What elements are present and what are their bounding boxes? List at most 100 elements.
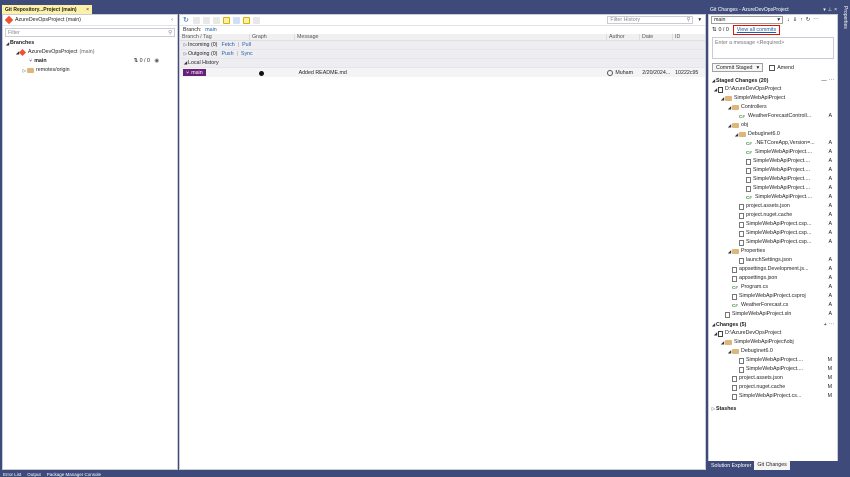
more-options-icon[interactable]: ⋯	[829, 322, 834, 328]
branch-selector[interactable]: main ▾	[711, 16, 783, 24]
tag-icon[interactable]	[243, 16, 250, 24]
pull-icon[interactable]: ⇓	[793, 17, 797, 23]
tree-item[interactable]: SimpleWebApiProject.... A	[709, 157, 837, 166]
tree-item[interactable]: C# SimpleWebApiProject.... A	[709, 193, 837, 202]
unstage-all-icon[interactable]: —	[821, 78, 826, 84]
dropdown-arrow-icon[interactable]: ▾	[698, 17, 701, 23]
bottom-tool-tabs: Error List Output Package Manager Consol…	[0, 472, 850, 477]
commit-row[interactable]: ⑂ main Added README.md Muham 2/20/2024..…	[180, 68, 705, 77]
refresh-icon[interactable]: ↻	[183, 17, 190, 24]
tree-item[interactable]: SimpleWebApiProject.... M	[709, 365, 837, 374]
pin-icon[interactable]: ⊥	[828, 7, 832, 13]
tree-item[interactable]: ◢ SimpleWebApiProject\obj	[709, 338, 837, 347]
column-message[interactable]: Message	[294, 33, 606, 41]
tree-item[interactable]: ◢ Controllers	[709, 103, 837, 112]
tree-item[interactable]: appsettings.json A	[709, 274, 837, 283]
tree-item[interactable]: project.nuget.cache M	[709, 383, 837, 392]
tab-git-changes[interactable]: Git Changes	[754, 461, 790, 470]
sync-link[interactable]: Sync	[241, 51, 253, 57]
tree-item[interactable]: ◢ obj	[709, 121, 837, 130]
column-date[interactable]: Date	[639, 33, 672, 41]
project-node[interactable]: ◢ AzureDevOpsProject (main)	[5, 48, 177, 57]
sync-icon[interactable]: ↻	[806, 17, 810, 23]
fetch-icon[interactable]	[193, 16, 200, 24]
tree-item[interactable]: project.assets.json A	[709, 202, 837, 211]
branch-value[interactable]: main	[205, 27, 216, 33]
tree-item[interactable]: C# Program.cs A	[709, 283, 837, 292]
more-options-icon[interactable]: ⋯	[829, 78, 834, 84]
dropdown-arrow-icon[interactable]: ▾	[757, 65, 760, 71]
tab-output[interactable]: Output	[24, 472, 44, 477]
commit-staged-button[interactable]: Commit Staged ▾	[712, 63, 764, 72]
more-options-icon[interactable]: ⋯	[813, 17, 818, 23]
staged-changes-header[interactable]: ◢ Staged Changes (20) — ⋯	[709, 76, 837, 85]
fetch-icon[interactable]: ↓	[787, 17, 790, 23]
tab-error-list[interactable]: Error List	[0, 472, 24, 477]
local-history-section[interactable]: ◢ Local History	[180, 59, 705, 68]
amend-checkbox[interactable]	[769, 64, 776, 71]
close-icon[interactable]: ×	[86, 7, 89, 13]
filter-history-input[interactable]: Filter History ⚲	[607, 16, 694, 24]
branch-view-icon[interactable]	[233, 16, 240, 24]
tree-item[interactable]: C# WeatherForecastControll... A	[709, 112, 837, 121]
tree-item[interactable]: SimpleWebApiProject.csproj A	[709, 292, 837, 301]
tree-item[interactable]: ◢ Debug\net6.0	[709, 347, 837, 356]
tab-solution-explorer[interactable]: Solution Explorer	[708, 463, 754, 469]
tree-item[interactable]: C# SimpleWebApiProject.... A	[709, 148, 837, 157]
tree-item[interactable]: SimpleWebApiProject.csp... A	[709, 238, 837, 247]
tree-item[interactable]: ◢ SimpleWebApiProject	[709, 94, 837, 103]
tree-item[interactable]: ◢ Properties	[709, 247, 837, 256]
tree-item[interactable]: SimpleWebApiProject.... A	[709, 175, 837, 184]
dropdown-arrow-icon[interactable]: ▾	[823, 7, 826, 13]
tree-item[interactable]: appsettings.Development.js... A	[709, 265, 837, 274]
chevron-left-icon[interactable]: ‹	[171, 17, 173, 23]
tab-properties[interactable]: Properties	[842, 6, 848, 29]
tree-item[interactable]: SimpleWebApiProject.sln A	[709, 310, 837, 319]
graph-toggle-icon[interactable]	[223, 16, 230, 24]
tree-item[interactable]: SimpleWebApiProject.... A	[709, 166, 837, 175]
remotes-node[interactable]: ▷ remotes/origin	[5, 66, 177, 75]
tree-item[interactable]: ◢ Debug\net6.0	[709, 130, 837, 139]
tab-package-manager-console[interactable]: Package Manager Console	[44, 472, 104, 477]
stashes-header[interactable]: ▷ Stashes	[709, 404, 837, 413]
pull-link[interactable]: Pull	[242, 42, 251, 48]
eye-icon[interactable]: ◉	[154, 57, 159, 66]
stage-all-icon[interactable]: +	[824, 322, 827, 328]
file-icon	[732, 384, 737, 391]
tree-item-label: SimpleWebApiProject....	[753, 176, 811, 182]
tree-item[interactable]: launchSettings.json A	[709, 256, 837, 265]
tree-item[interactable]: C# .NETCoreApp,Version=... A	[709, 139, 837, 148]
tree-item[interactable]: C# WeatherForecast.cs A	[709, 301, 837, 310]
branches-group[interactable]: ◢ Branches	[5, 39, 177, 48]
push-icon[interactable]	[213, 16, 220, 24]
branch-main[interactable]: ⑂ main ⇅ 0 / 0 ◉	[5, 57, 177, 66]
column-graph[interactable]: Graph	[249, 33, 294, 41]
close-icon[interactable]: ×	[834, 7, 837, 13]
column-branch-tag[interactable]: Branch / Tag	[180, 34, 249, 41]
pull-icon[interactable]	[203, 16, 210, 24]
commit-message-input[interactable]: Enter a message <Required>	[712, 37, 834, 59]
changes-header[interactable]: ◢ Changes (5) + ⋯	[709, 320, 837, 329]
tree-item[interactable]: ◢ D:\AzureDevOpsProject	[709, 85, 837, 94]
tree-item[interactable]: project.nuget.cache A	[709, 211, 837, 220]
hide-icon[interactable]	[253, 16, 260, 24]
tree-item[interactable]: SimpleWebApiProject.csp... A	[709, 229, 837, 238]
branch-tag-badge[interactable]: ⑂ main	[183, 69, 206, 76]
column-id[interactable]: ID	[672, 33, 704, 41]
tree-item[interactable]: SimpleWebApiProject.... M	[709, 356, 837, 365]
push-icon[interactable]: ↑	[800, 17, 803, 23]
push-link[interactable]: Push	[221, 51, 233, 57]
repo-icon	[4, 15, 14, 25]
outgoing-section[interactable]: ▷ Outgoing (0) Push | Sync	[180, 50, 705, 59]
incoming-section[interactable]: ▷ Incoming (0) Fetch | Pull	[180, 41, 705, 50]
tree-item[interactable]: project.assets.json M	[709, 374, 837, 383]
branch-filter-input[interactable]: Filter ⚲	[5, 28, 175, 37]
tree-item[interactable]: SimpleWebApiProject.cs... M	[709, 392, 837, 401]
document-tab-git-repository[interactable]: Git Repository...Project (main) ×	[2, 5, 92, 14]
tree-item[interactable]: ◢ D:\AzureDevOpsProject	[709, 329, 837, 338]
tree-item[interactable]: SimpleWebApiProject.... A	[709, 184, 837, 193]
view-all-commits-link[interactable]: View all commits	[732, 25, 781, 35]
column-author[interactable]: Author	[606, 33, 639, 41]
fetch-link[interactable]: Fetch	[221, 42, 234, 48]
tree-item[interactable]: SimpleWebApiProject.csp... A	[709, 220, 837, 229]
